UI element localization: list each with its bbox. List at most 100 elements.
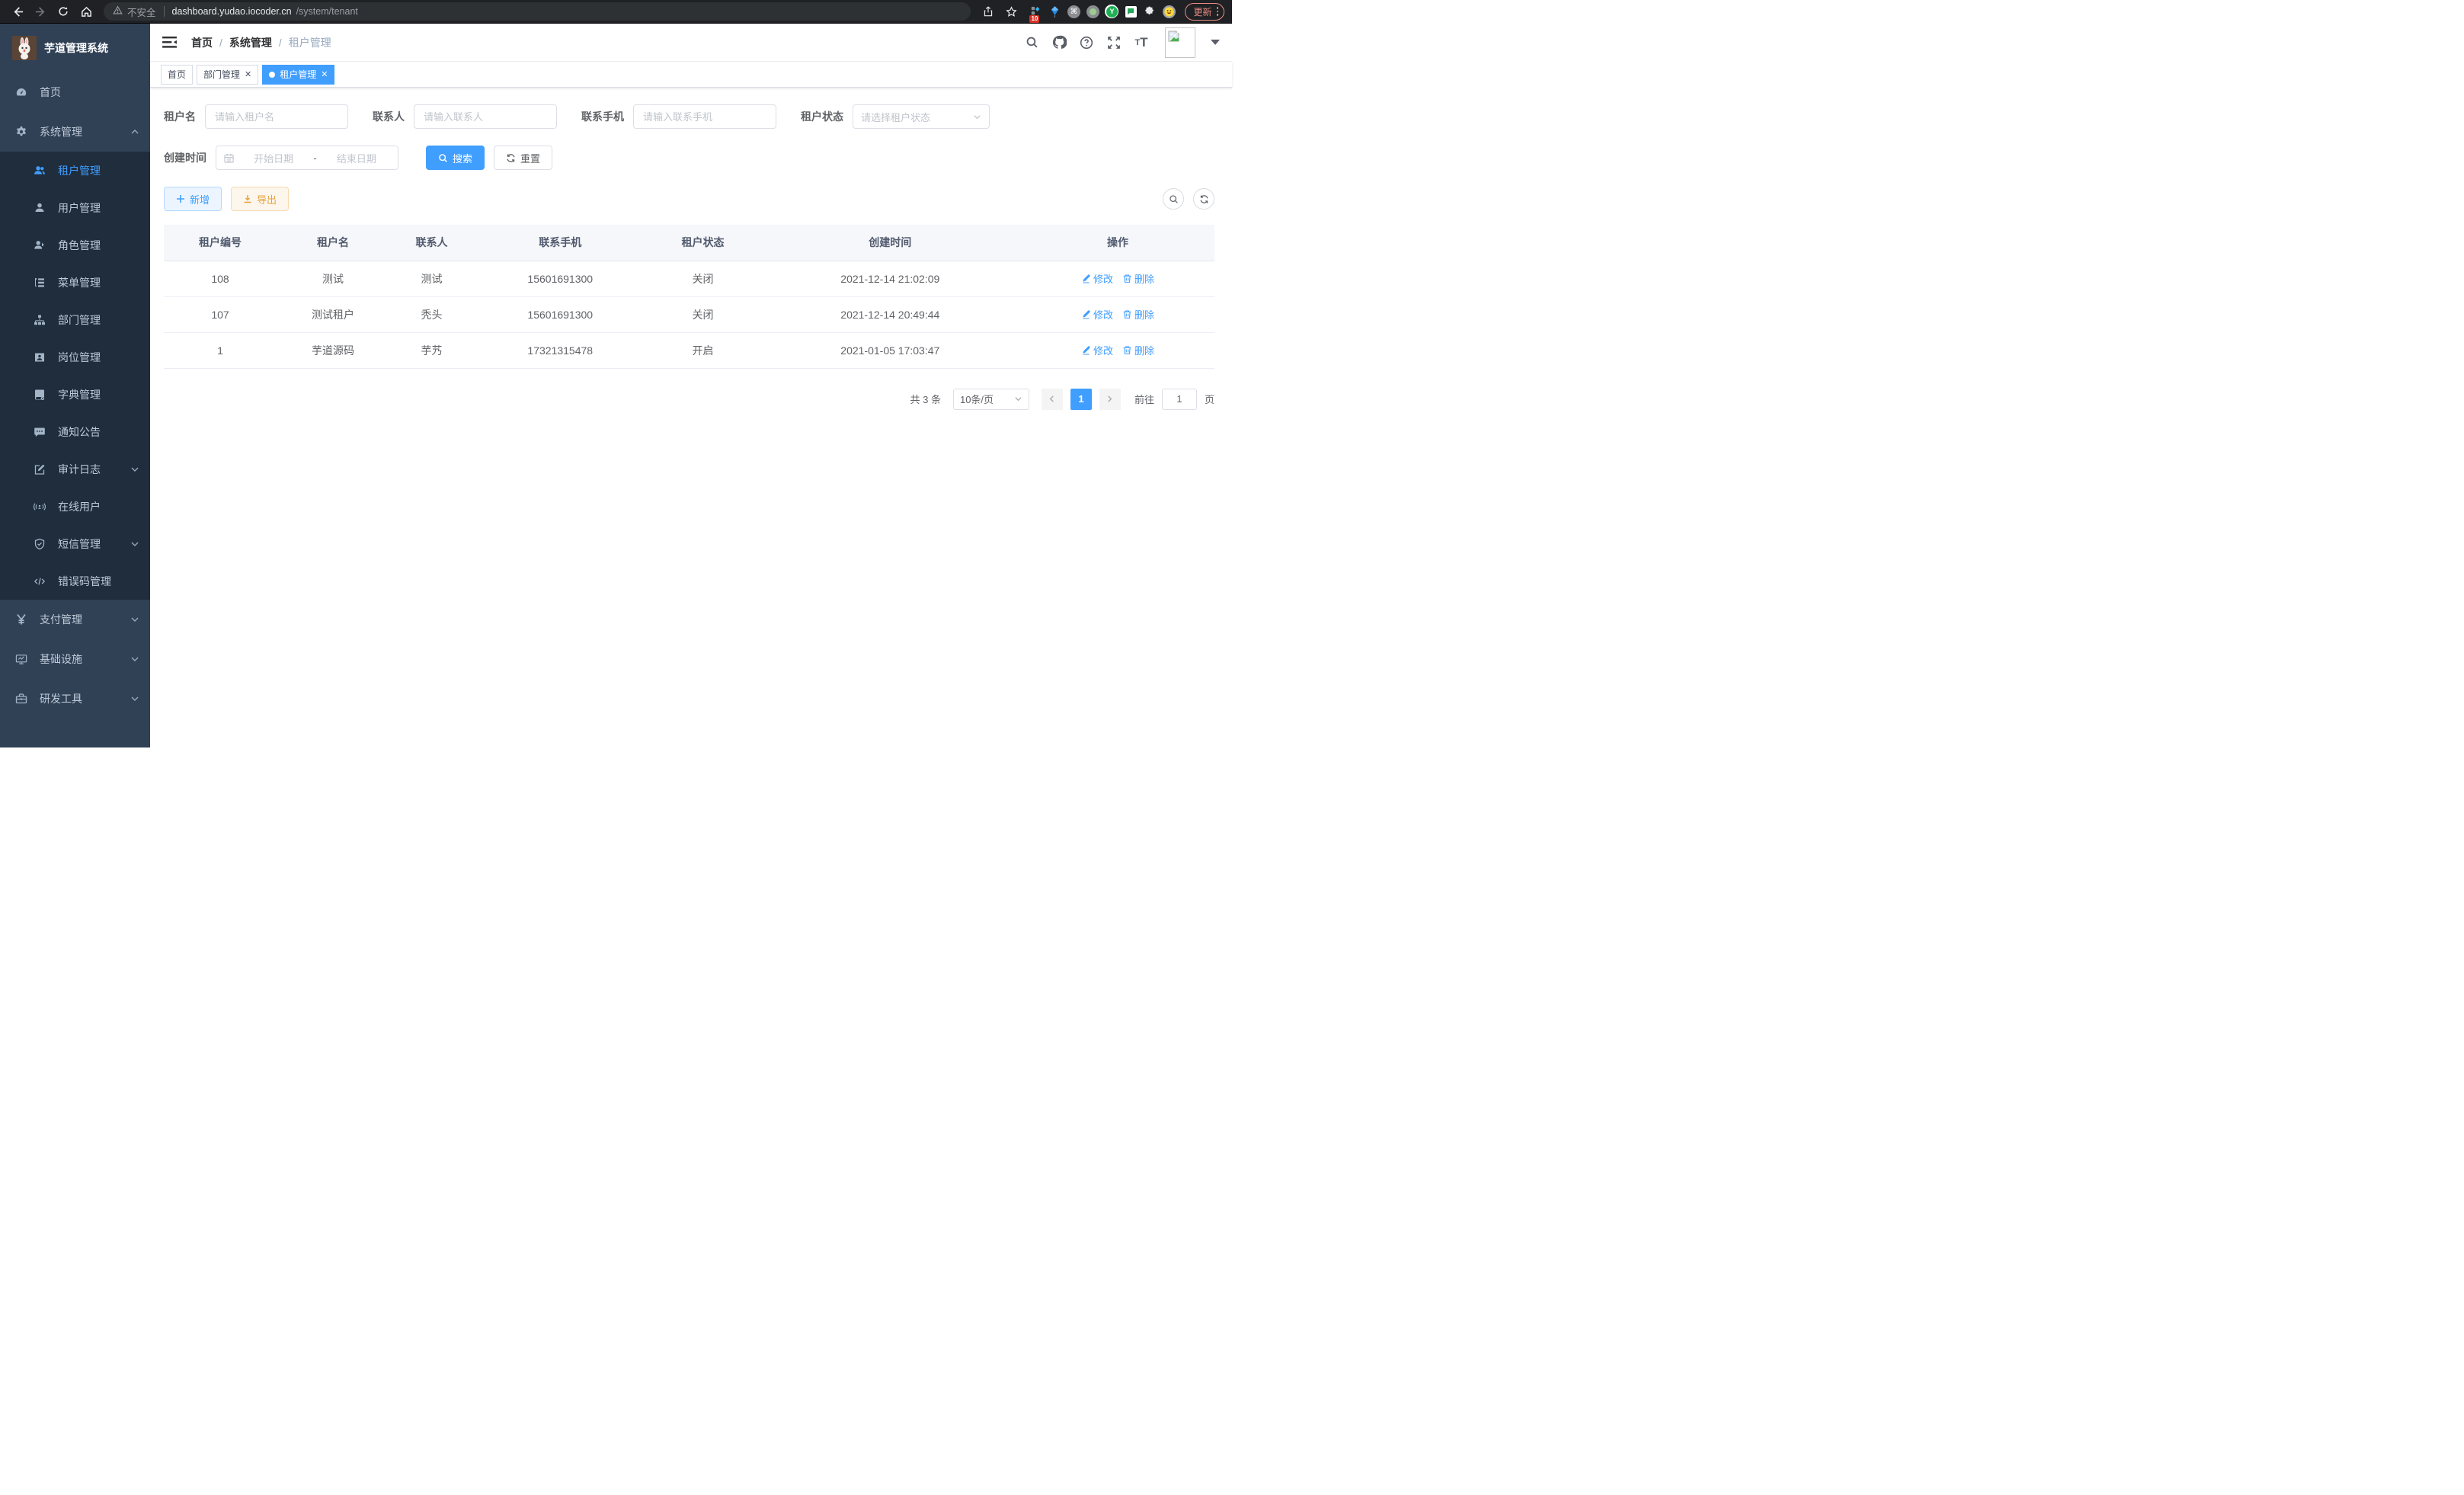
- sidebar-item-角色管理[interactable]: 角色管理: [0, 226, 150, 264]
- page-content: 租户名 联系人 联系手机 租户状态 请选择租户状态: [150, 88, 1232, 410]
- chevron-up-icon: [130, 127, 139, 136]
- sidebar-item-租户管理[interactable]: 租户管理: [0, 152, 150, 189]
- extension-kite-icon[interactable]: [1048, 5, 1061, 18]
- browser-home-button[interactable]: [76, 2, 96, 21]
- extension-chat-icon[interactable]: [1124, 5, 1138, 18]
- sidebar-collapse-icon[interactable]: [162, 35, 178, 50]
- header-search-icon[interactable]: [1023, 34, 1040, 51]
- extension-command-icon[interactable]: ⌘: [1067, 5, 1080, 18]
- total-count: 共 3 条: [910, 392, 941, 406]
- export-button[interactable]: 导出: [231, 187, 289, 211]
- sidebar-item-审计日志[interactable]: 审计日志: [0, 450, 150, 488]
- avatar-caret-down-icon[interactable]: [1211, 40, 1220, 45]
- toggle-search-button[interactable]: [1163, 188, 1184, 210]
- sidebar-item-错误码管理[interactable]: 错误码管理: [0, 562, 150, 600]
- app-title: 芋道管理系统: [44, 40, 108, 56]
- cell-actions: 修改删除: [1021, 261, 1214, 296]
- app-logo-row[interactable]: 芋道管理系统: [0, 24, 150, 72]
- extension-diamond-icon[interactable]: 10: [1029, 5, 1042, 18]
- cell-id: 1: [164, 332, 277, 368]
- browser-back-button[interactable]: [8, 2, 27, 21]
- browser-reload-button[interactable]: [53, 2, 73, 21]
- status-select[interactable]: 请选择租户状态: [853, 104, 990, 129]
- sidebar-item-支付管理[interactable]: 支付管理: [0, 600, 150, 639]
- search-button[interactable]: 搜索: [426, 146, 485, 170]
- column-header-创建时间: 创建时间: [759, 225, 1021, 261]
- close-icon[interactable]: ✕: [245, 69, 251, 79]
- profile-emoji-avatar[interactable]: [1162, 5, 1176, 18]
- sidebar-item-在线用户[interactable]: 在线用户: [0, 488, 150, 525]
- date-range-picker[interactable]: 开始日期 - 结束日期: [216, 146, 398, 170]
- sidebar-item-短信管理[interactable]: 短信管理: [0, 525, 150, 562]
- table-row: 108测试测试15601691300关闭2021-12-14 21:02:09修…: [164, 261, 1214, 296]
- sidebar-item-系统管理[interactable]: 系统管理: [0, 112, 150, 152]
- delete-link[interactable]: 删除: [1122, 307, 1154, 322]
- sidebar-item-字典管理[interactable]: 字典管理: [0, 376, 150, 413]
- reset-button[interactable]: 重置: [494, 146, 552, 170]
- next-page-button[interactable]: [1099, 389, 1121, 410]
- refresh-icon: [506, 153, 516, 163]
- edit-link[interactable]: 修改: [1081, 343, 1113, 357]
- delete-link[interactable]: 删除: [1122, 343, 1154, 357]
- app-logo-bunny-image: [12, 36, 37, 60]
- sidebar-item-研发工具[interactable]: 研发工具: [0, 679, 150, 719]
- help-icon[interactable]: [1078, 34, 1095, 51]
- font-size-icon[interactable]: TT: [1133, 34, 1150, 51]
- page-number-1[interactable]: 1: [1070, 389, 1092, 410]
- sidebar-item-菜单管理[interactable]: 菜单管理: [0, 264, 150, 301]
- bookmark-star-icon[interactable]: [1001, 2, 1021, 21]
- share-icon[interactable]: [978, 2, 998, 21]
- sidebar-item-label: 通知公告: [58, 424, 139, 440]
- error-code-icon: [34, 575, 46, 587]
- add-button[interactable]: 新增: [164, 187, 222, 211]
- extension-dot-icon[interactable]: [1086, 5, 1099, 18]
- date-end-placeholder: 结束日期: [323, 151, 390, 165]
- cell-created: 2021-12-14 21:02:09: [759, 261, 1021, 296]
- cell-mobile: 15601691300: [474, 261, 646, 296]
- breadcrumb-home[interactable]: 首页: [191, 35, 213, 50]
- sidebar-item-基础设施[interactable]: 基础设施: [0, 639, 150, 679]
- github-icon[interactable]: [1051, 34, 1067, 51]
- extension-y-icon[interactable]: Y: [1105, 5, 1118, 18]
- page-size-select[interactable]: 10条/页: [953, 389, 1029, 410]
- prev-page-button[interactable]: [1042, 389, 1063, 410]
- sidebar: 芋道管理系统 首页系统管理租户管理用户管理角色管理菜单管理部门管理岗位管理字典管…: [0, 24, 150, 748]
- search-icon: [1169, 194, 1179, 204]
- url-bar[interactable]: 不安全 dashboard.yudao.iocoder.cn/system/te…: [104, 2, 971, 21]
- cell-status: 关闭: [646, 261, 759, 296]
- sidebar-item-用户管理[interactable]: 用户管理: [0, 189, 150, 226]
- chevron-down-icon: [130, 615, 139, 624]
- goto-page-input[interactable]: [1162, 389, 1197, 410]
- breadcrumb-system[interactable]: 系统管理: [229, 35, 272, 50]
- security-label[interactable]: 不安全: [127, 5, 156, 19]
- edit-link[interactable]: 修改: [1081, 271, 1113, 286]
- column-header-联系手机: 联系手机: [474, 225, 646, 261]
- chevron-down-icon: [130, 465, 139, 474]
- cell-mobile: 15601691300: [474, 296, 646, 332]
- tab-首页[interactable]: 首页: [161, 65, 193, 85]
- breadcrumb-current: 租户管理: [289, 35, 331, 50]
- mobile-input[interactable]: [633, 104, 776, 129]
- refresh-table-button[interactable]: [1193, 188, 1214, 210]
- tab-租户管理[interactable]: 租户管理✕: [262, 65, 334, 85]
- sidebar-item-首页[interactable]: 首页: [0, 72, 150, 112]
- browser-update-button[interactable]: 更新: [1185, 3, 1224, 21]
- browser-menu-kebab-icon[interactable]: [1217, 7, 1219, 16]
- sidebar-item-通知公告[interactable]: 通知公告: [0, 413, 150, 450]
- pagination: 共 3 条 10条/页 1 前往 页: [164, 389, 1214, 410]
- status-label: 租户状态: [801, 109, 843, 124]
- cell-status: 关闭: [646, 296, 759, 332]
- close-icon[interactable]: ✕: [321, 69, 328, 79]
- fullscreen-icon[interactable]: [1106, 34, 1122, 51]
- extensions-puzzle-icon[interactable]: [1143, 5, 1157, 18]
- tab-部门管理[interactable]: 部门管理✕: [197, 65, 258, 85]
- column-header-租户状态: 租户状态: [646, 225, 759, 261]
- contact-input[interactable]: [414, 104, 557, 129]
- browser-forward-button[interactable]: [30, 2, 50, 21]
- tenant-name-input[interactable]: [205, 104, 348, 129]
- user-avatar-broken-image[interactable]: [1165, 27, 1195, 58]
- sidebar-item-岗位管理[interactable]: 岗位管理: [0, 338, 150, 376]
- delete-link[interactable]: 删除: [1122, 271, 1154, 286]
- edit-link[interactable]: 修改: [1081, 307, 1113, 322]
- sidebar-item-部门管理[interactable]: 部门管理: [0, 301, 150, 338]
